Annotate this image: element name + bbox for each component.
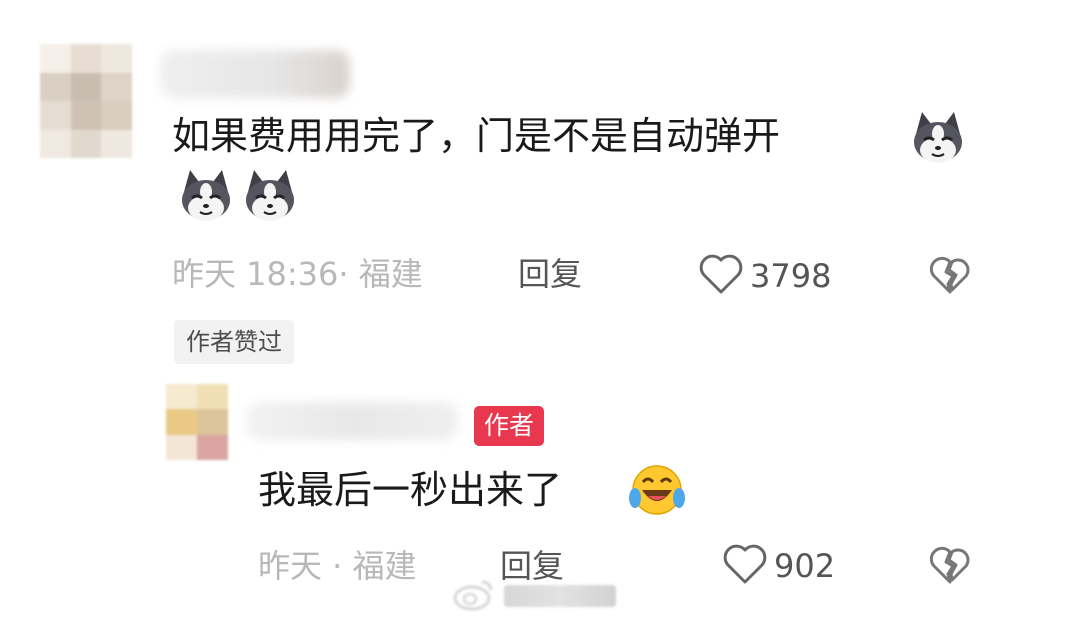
username[interactable] (160, 50, 350, 98)
comment-text-content: 如果费用用完了，门是不是自动弹开 (172, 114, 781, 158)
watermark (452, 576, 616, 616)
husky-emoji-icon (176, 166, 236, 230)
like-button[interactable]: 902 (722, 542, 835, 590)
comment-timestamp: 昨天 18:36· 福建 (172, 255, 423, 293)
husky-emoji-icon (908, 108, 968, 172)
heart-outline-icon (722, 542, 768, 590)
heart-outline-icon (698, 252, 744, 300)
like-count: 3798 (750, 257, 832, 295)
broken-heart-icon[interactable] (928, 254, 972, 300)
like-button[interactable]: 3798 (698, 252, 831, 300)
reply-text: 我最后一秒出来了 (258, 468, 563, 512)
like-count: 902 (774, 547, 836, 585)
author-liked-badge: 作者赞过 (174, 320, 294, 364)
avatar[interactable] (40, 44, 132, 158)
reply-timestamp: 昨天 · 福建 (258, 547, 417, 585)
reply-button[interactable]: 回复 (518, 254, 582, 294)
broken-heart-icon[interactable] (928, 544, 972, 590)
weibo-logo-icon (452, 576, 496, 616)
comment-text: 如果费用用完了，门是不是自动弹开 (172, 112, 780, 160)
husky-emoji-icon (240, 166, 300, 230)
author-badge: 作者 (474, 406, 545, 446)
avatar[interactable] (166, 384, 228, 460)
username[interactable] (246, 402, 458, 440)
laugh-cry-emoji-icon (626, 460, 688, 522)
